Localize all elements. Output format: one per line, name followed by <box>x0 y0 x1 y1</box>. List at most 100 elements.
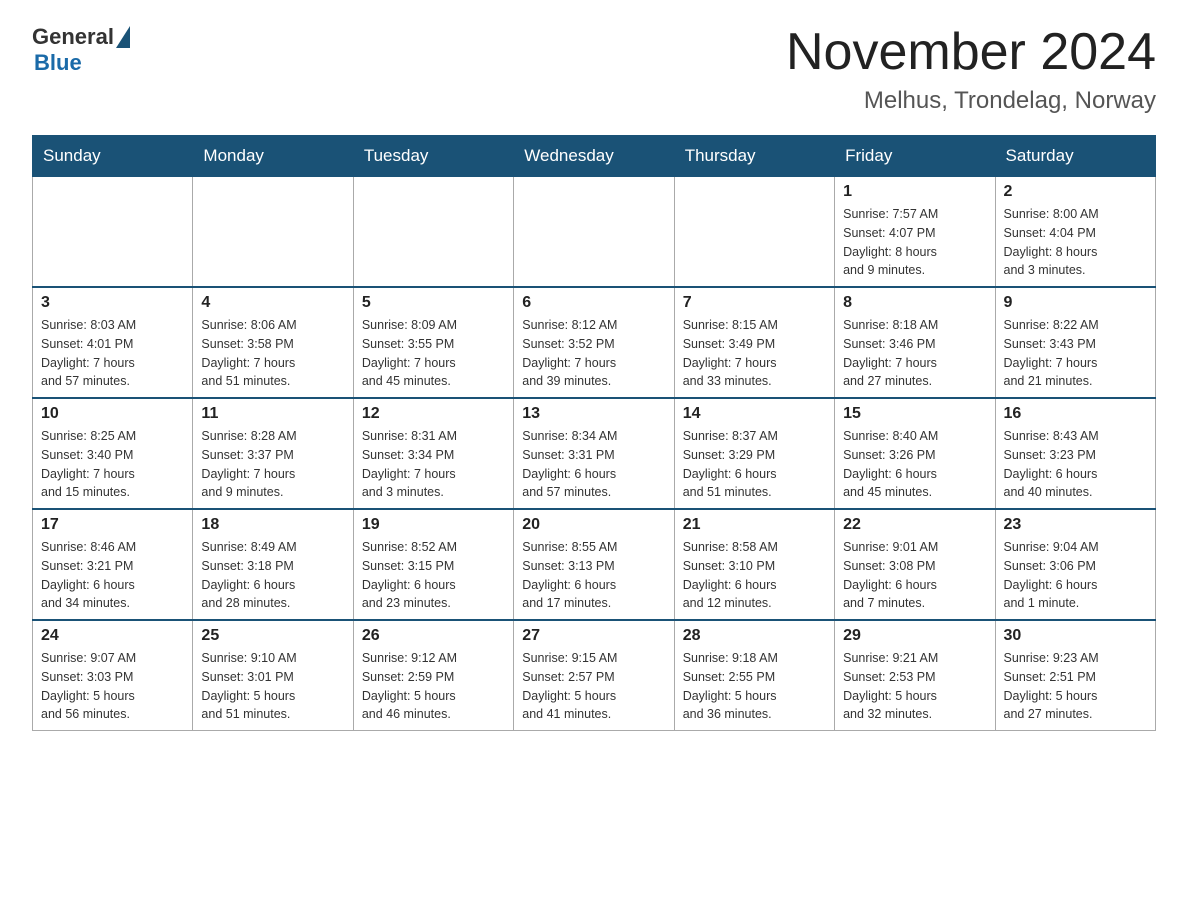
calendar-cell: 9 Sunrise: 8:22 AM Sunset: 3:43 PM Daylig… <box>995 287 1155 398</box>
day-info: Sunrise: 8:49 AM Sunset: 3:18 PM Dayligh… <box>201 538 344 613</box>
day-info: Sunrise: 8:06 AM Sunset: 3:58 PM Dayligh… <box>201 316 344 391</box>
day-number: 10 <box>41 405 184 423</box>
calendar-cell: 12Sunrise: 8:31 AM Sunset: 3:34 PM Dayli… <box>353 398 513 509</box>
calendar-cell: 7 Sunrise: 8:15 AM Sunset: 3:49 PM Daylig… <box>674 287 834 398</box>
day-header-wednesday: Wednesday <box>514 136 674 177</box>
calendar-cell: 24 Sunrise: 9:07 AM Sunset: 3:03 PM Dayli… <box>33 620 193 731</box>
calendar-cell: 20 Sunrise: 8:55 AM Sunset: 3:13 PM Dayli… <box>514 509 674 620</box>
day-number: 26 <box>362 627 505 645</box>
day-header-friday: Friday <box>835 136 995 177</box>
calendar-table: SundayMondayTuesdayWednesdayThursdayFrid… <box>32 135 1156 731</box>
logo-blue-text: Blue <box>34 50 82 76</box>
calendar-cell: 27 Sunrise: 9:15 AM Sunset: 2:57 PM Dayli… <box>514 620 674 731</box>
calendar-week-row: 24 Sunrise: 9:07 AM Sunset: 3:03 PM Dayli… <box>33 620 1156 731</box>
day-number: 3 <box>41 294 184 312</box>
day-info: Sunrise: 9:18 AM Sunset: 2:55 PM Dayligh… <box>683 649 826 724</box>
calendar-cell: 6 Sunrise: 8:12 AM Sunset: 3:52 PM Daylig… <box>514 287 674 398</box>
day-number: 30 <box>1004 627 1147 645</box>
day-number: 1 <box>843 183 986 201</box>
day-header-sunday: Sunday <box>33 136 193 177</box>
location-title: Melhus, Trondelag, Norway <box>786 87 1156 115</box>
day-info: Sunrise: 8:15 AM Sunset: 3:49 PM Dayligh… <box>683 316 826 391</box>
day-number: 5 <box>362 294 505 312</box>
calendar-cell <box>353 177 513 288</box>
day-number: 27 <box>522 627 665 645</box>
day-info: Sunrise: 9:10 AM Sunset: 3:01 PM Dayligh… <box>201 649 344 724</box>
calendar-cell: 22 Sunrise: 9:01 AM Sunset: 3:08 PM Dayli… <box>835 509 995 620</box>
day-info: Sunrise: 9:01 AM Sunset: 3:08 PM Dayligh… <box>843 538 986 613</box>
day-info: Sunrise: 8:28 AM Sunset: 3:37 PM Dayligh… <box>201 427 344 502</box>
day-info: Sunrise: 8:52 AM Sunset: 3:15 PM Dayligh… <box>362 538 505 613</box>
day-info: Sunrise: 8:18 AM Sunset: 3:46 PM Dayligh… <box>843 316 986 391</box>
day-number: 9 <box>1004 294 1147 312</box>
calendar-cell: 29Sunrise: 9:21 AM Sunset: 2:53 PM Dayli… <box>835 620 995 731</box>
day-number: 20 <box>522 516 665 534</box>
day-number: 2 <box>1004 183 1147 201</box>
day-info: Sunrise: 9:07 AM Sunset: 3:03 PM Dayligh… <box>41 649 184 724</box>
calendar-cell: 23Sunrise: 9:04 AM Sunset: 3:06 PM Dayli… <box>995 509 1155 620</box>
day-number: 18 <box>201 516 344 534</box>
day-number: 4 <box>201 294 344 312</box>
day-number: 25 <box>201 627 344 645</box>
calendar-week-row: 3Sunrise: 8:03 AM Sunset: 4:01 PM Daylig… <box>33 287 1156 398</box>
day-number: 11 <box>201 405 344 423</box>
calendar-cell: 28 Sunrise: 9:18 AM Sunset: 2:55 PM Dayli… <box>674 620 834 731</box>
calendar-cell <box>674 177 834 288</box>
day-header-tuesday: Tuesday <box>353 136 513 177</box>
day-header-saturday: Saturday <box>995 136 1155 177</box>
day-info: Sunrise: 8:12 AM Sunset: 3:52 PM Dayligh… <box>522 316 665 391</box>
calendar-cell: 1Sunrise: 7:57 AM Sunset: 4:07 PM Daylig… <box>835 177 995 288</box>
day-number: 6 <box>522 294 665 312</box>
day-number: 14 <box>683 405 826 423</box>
day-number: 16 <box>1004 405 1147 423</box>
day-number: 19 <box>362 516 505 534</box>
calendar-cell <box>33 177 193 288</box>
day-info: Sunrise: 9:23 AM Sunset: 2:51 PM Dayligh… <box>1004 649 1147 724</box>
day-info: Sunrise: 9:15 AM Sunset: 2:57 PM Dayligh… <box>522 649 665 724</box>
day-info: Sunrise: 9:12 AM Sunset: 2:59 PM Dayligh… <box>362 649 505 724</box>
calendar-cell: 21Sunrise: 8:58 AM Sunset: 3:10 PM Dayli… <box>674 509 834 620</box>
day-header-thursday: Thursday <box>674 136 834 177</box>
day-info: Sunrise: 8:22 AM Sunset: 3:43 PM Dayligh… <box>1004 316 1147 391</box>
day-info: Sunrise: 8:09 AM Sunset: 3:55 PM Dayligh… <box>362 316 505 391</box>
day-number: 15 <box>843 405 986 423</box>
title-block: November 2024 Melhus, Trondelag, Norway <box>786 24 1156 115</box>
day-info: Sunrise: 8:00 AM Sunset: 4:04 PM Dayligh… <box>1004 205 1147 280</box>
calendar-cell: 2 Sunrise: 8:00 AM Sunset: 4:04 PM Daylig… <box>995 177 1155 288</box>
day-number: 22 <box>843 516 986 534</box>
calendar-cell: 5 Sunrise: 8:09 AM Sunset: 3:55 PM Daylig… <box>353 287 513 398</box>
day-header-monday: Monday <box>193 136 353 177</box>
day-info: Sunrise: 8:43 AM Sunset: 3:23 PM Dayligh… <box>1004 427 1147 502</box>
calendar-cell: 3Sunrise: 8:03 AM Sunset: 4:01 PM Daylig… <box>33 287 193 398</box>
day-info: Sunrise: 9:21 AM Sunset: 2:53 PM Dayligh… <box>843 649 986 724</box>
calendar-cell: 18 Sunrise: 8:49 AM Sunset: 3:18 PM Dayli… <box>193 509 353 620</box>
calendar-cell: 25 Sunrise: 9:10 AM Sunset: 3:01 PM Dayli… <box>193 620 353 731</box>
day-number: 8 <box>843 294 986 312</box>
calendar-cell: 8 Sunrise: 8:18 AM Sunset: 3:46 PM Daylig… <box>835 287 995 398</box>
calendar-cell: 4 Sunrise: 8:06 AM Sunset: 3:58 PM Daylig… <box>193 287 353 398</box>
day-number: 28 <box>683 627 826 645</box>
calendar-header-row: SundayMondayTuesdayWednesdayThursdayFrid… <box>33 136 1156 177</box>
day-number: 24 <box>41 627 184 645</box>
calendar-cell: 26 Sunrise: 9:12 AM Sunset: 2:59 PM Dayli… <box>353 620 513 731</box>
day-info: Sunrise: 8:46 AM Sunset: 3:21 PM Dayligh… <box>41 538 184 613</box>
day-number: 7 <box>683 294 826 312</box>
calendar-cell: 15Sunrise: 8:40 AM Sunset: 3:26 PM Dayli… <box>835 398 995 509</box>
calendar-cell <box>193 177 353 288</box>
calendar-cell: 14 Sunrise: 8:37 AM Sunset: 3:29 PM Dayli… <box>674 398 834 509</box>
calendar-cell: 19 Sunrise: 8:52 AM Sunset: 3:15 PM Dayli… <box>353 509 513 620</box>
day-info: Sunrise: 8:55 AM Sunset: 3:13 PM Dayligh… <box>522 538 665 613</box>
day-info: Sunrise: 9:04 AM Sunset: 3:06 PM Dayligh… <box>1004 538 1147 613</box>
calendar-cell: 13Sunrise: 8:34 AM Sunset: 3:31 PM Dayli… <box>514 398 674 509</box>
page-header: General Blue November 2024 Melhus, Trond… <box>32 24 1156 115</box>
logo-general-text: General <box>32 24 114 50</box>
day-info: Sunrise: 8:31 AM Sunset: 3:34 PM Dayligh… <box>362 427 505 502</box>
calendar-cell: 17Sunrise: 8:46 AM Sunset: 3:21 PM Dayli… <box>33 509 193 620</box>
day-info: Sunrise: 8:25 AM Sunset: 3:40 PM Dayligh… <box>41 427 184 502</box>
logo: General Blue <box>32 24 130 76</box>
day-number: 13 <box>522 405 665 423</box>
calendar-week-row: 1Sunrise: 7:57 AM Sunset: 4:07 PM Daylig… <box>33 177 1156 288</box>
calendar-week-row: 17Sunrise: 8:46 AM Sunset: 3:21 PM Dayli… <box>33 509 1156 620</box>
day-info: Sunrise: 8:37 AM Sunset: 3:29 PM Dayligh… <box>683 427 826 502</box>
logo-triangle-icon <box>116 26 130 48</box>
